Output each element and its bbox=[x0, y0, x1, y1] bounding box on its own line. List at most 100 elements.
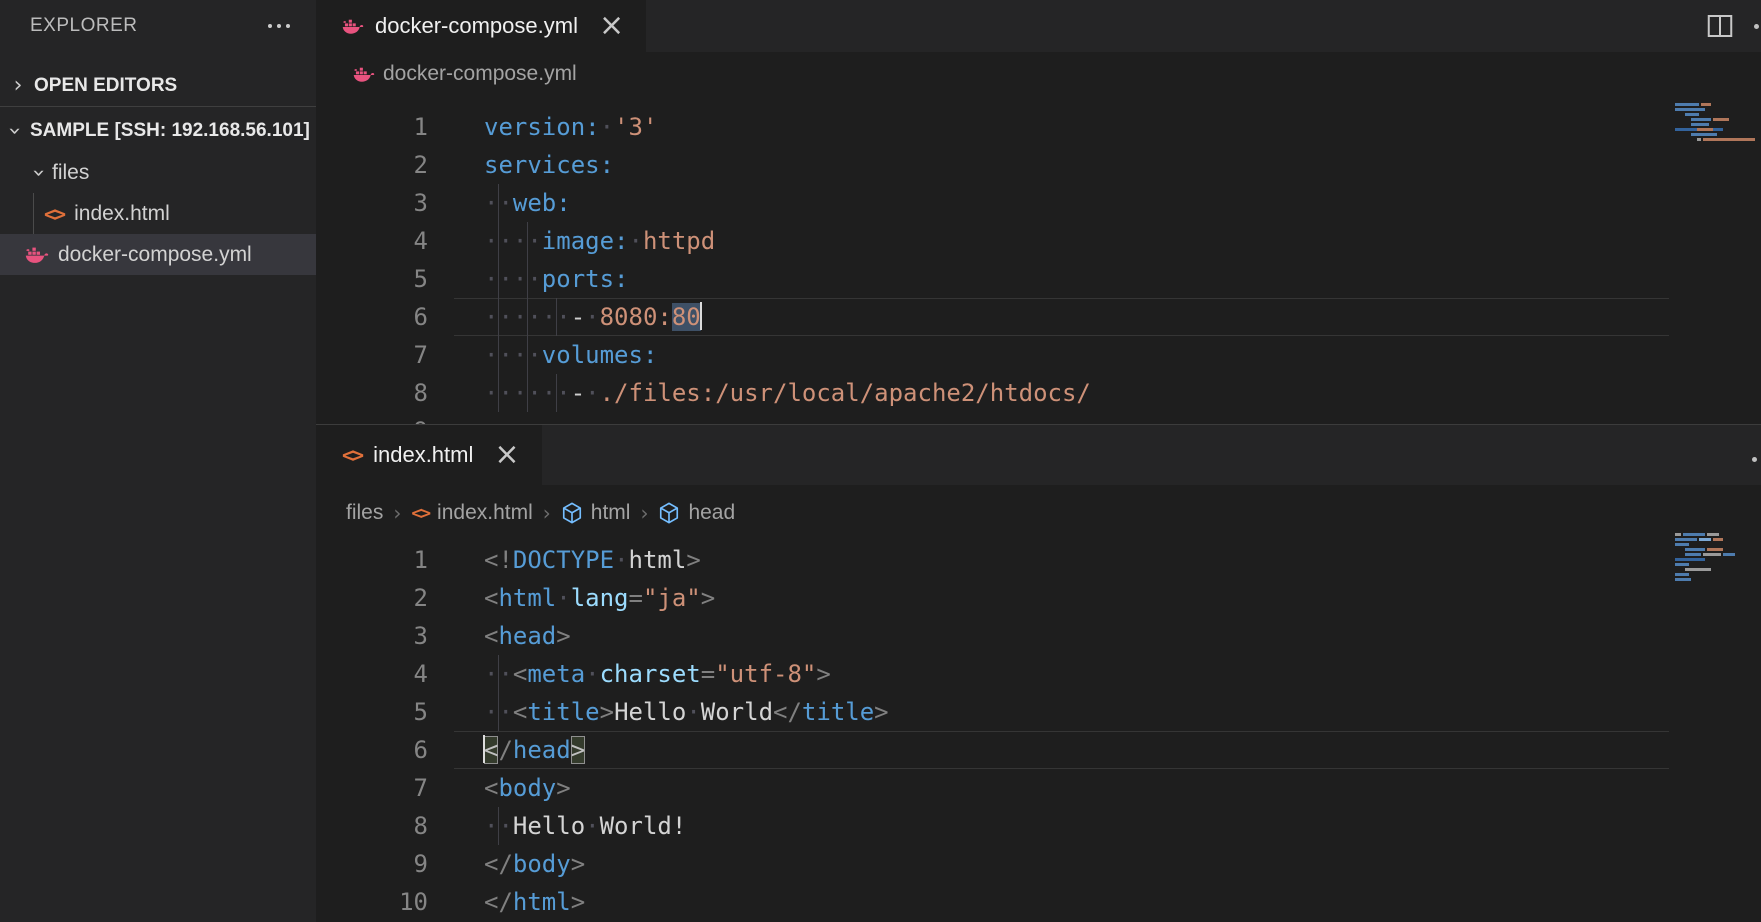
code-line[interactable]: 3 ··web: bbox=[316, 184, 1761, 222]
breadcrumb-separator: › bbox=[393, 501, 401, 525]
breadcrumb-item[interactable]: html bbox=[561, 501, 631, 525]
code-line[interactable]: 4····image:·httpd bbox=[316, 222, 1761, 260]
open-editors-label: OPEN EDITORS bbox=[34, 75, 177, 97]
code-viewport-bottom: 1<!DOCTYPE·html>2<html·lang="ja">3<head>… bbox=[316, 541, 1761, 922]
minimap[interactable] bbox=[1675, 533, 1761, 583]
close-icon[interactable]: × bbox=[494, 440, 519, 470]
code-token: Hello bbox=[614, 698, 686, 726]
code-token: </ bbox=[773, 698, 802, 726]
code-token: · bbox=[585, 812, 599, 840]
more-actions-icon[interactable] bbox=[1754, 24, 1759, 29]
code-editor-html[interactable]: 1<!DOCTYPE·html>2<html·lang="ja">3<head>… bbox=[316, 541, 1761, 921]
code-editor-yaml[interactable]: 1version:·'3'2 services: 3 ··web: 4····image… bbox=[316, 96, 1761, 424]
code-token: ······ bbox=[484, 379, 571, 407]
tree-item-index-html[interactable]: <> index.html bbox=[0, 193, 316, 234]
tree-item-files-folder[interactable]: › files bbox=[0, 152, 316, 193]
code-token: ./files:/usr/local/apache2/htdocs/ bbox=[600, 379, 1091, 407]
breadcrumb-label: head bbox=[688, 501, 735, 525]
html-file-icon: <> bbox=[44, 202, 64, 226]
code-token: ·· bbox=[484, 812, 513, 840]
code-token: head bbox=[513, 736, 571, 764]
code-line[interactable]: 1<!DOCTYPE·html> bbox=[316, 541, 1761, 579]
tab-index-html[interactable]: <> index.html × bbox=[316, 425, 542, 485]
code-line[interactable]: 2<html·lang="ja"> bbox=[316, 579, 1761, 617]
line-number: 5 bbox=[316, 260, 428, 298]
code-token: / bbox=[498, 736, 512, 764]
code-token: - bbox=[571, 303, 585, 331]
code-line[interactable]: 5··<title>Hello·World</title> bbox=[316, 693, 1761, 731]
html-file-icon: <> bbox=[342, 443, 362, 467]
code-token: · bbox=[614, 546, 628, 574]
text-cursor bbox=[700, 302, 702, 330]
code-token: < bbox=[484, 622, 498, 650]
editor-group-top: docker-compose.yml × docker- bbox=[316, 0, 1761, 424]
code-token: ···· bbox=[484, 227, 542, 255]
code-line[interactable]: 9 bbox=[316, 412, 1761, 424]
code-line[interactable]: 6 </head> bbox=[316, 731, 1761, 769]
code-token: · bbox=[585, 660, 599, 688]
breadcrumb-item[interactable]: <> index.html bbox=[411, 501, 532, 525]
code-line[interactable]: 10</html> bbox=[316, 883, 1761, 921]
code-token: "utf-8" bbox=[715, 660, 816, 688]
code-token: services: bbox=[484, 151, 614, 179]
code-line[interactable]: 8··Hello·World! bbox=[316, 807, 1761, 845]
code-token: ·· bbox=[484, 660, 513, 688]
code-line[interactable]: 5····ports: bbox=[316, 260, 1761, 298]
html-file-icon: <> bbox=[411, 503, 429, 524]
code-token: < bbox=[513, 660, 527, 688]
breadcrumb-item[interactable]: files bbox=[346, 501, 383, 525]
code-line[interactable]: 8······-·./files:/usr/local/apache2/htdo… bbox=[316, 374, 1761, 412]
code-token: = bbox=[629, 584, 643, 612]
code-line[interactable]: 1version:·'3' bbox=[316, 108, 1761, 146]
code-token: charset bbox=[600, 660, 701, 688]
line-number: 9 bbox=[316, 845, 428, 883]
code-line[interactable]: 3<head> bbox=[316, 617, 1761, 655]
code-line[interactable]: 9</body> bbox=[316, 845, 1761, 883]
code-token: > bbox=[816, 660, 830, 688]
breadcrumb-label: docker-compose.yml bbox=[383, 62, 577, 86]
code-token: > bbox=[556, 774, 570, 802]
code-line[interactable]: 7<body> bbox=[316, 769, 1761, 807]
code-line[interactable]: 4··<meta·charset="utf-8"> bbox=[316, 655, 1761, 693]
code-token: > bbox=[571, 888, 585, 916]
minimap[interactable] bbox=[1675, 103, 1761, 143]
code-token: web: bbox=[513, 189, 571, 217]
code-token: ·· bbox=[484, 189, 513, 217]
line-number: 2 bbox=[316, 146, 428, 184]
chevron-right-icon: › bbox=[10, 78, 26, 94]
code-token: · bbox=[686, 698, 700, 726]
breadcrumb-item[interactable]: docker-compose.yml bbox=[353, 62, 577, 86]
code-token: title bbox=[802, 698, 874, 726]
code-token: < bbox=[484, 774, 498, 802]
breadcrumb-item[interactable]: head bbox=[658, 501, 735, 525]
code-token: World! bbox=[600, 812, 687, 840]
current-line-highlight bbox=[454, 731, 1669, 769]
line-number: 1 bbox=[316, 108, 428, 146]
breadcrumb-label: files bbox=[346, 501, 383, 525]
tree-item-docker-compose[interactable]: docker-compose.yml bbox=[0, 234, 316, 275]
code-token: '3' bbox=[614, 113, 657, 141]
code-token: · bbox=[585, 303, 599, 331]
code-line[interactable]: 7····volumes: bbox=[316, 336, 1761, 374]
more-actions-icon[interactable] bbox=[1752, 457, 1757, 462]
code-line[interactable]: 6······-·8080:80 bbox=[316, 298, 1761, 336]
explorer-header: EXPLORER bbox=[0, 0, 316, 52]
docker-whale-icon bbox=[25, 245, 49, 265]
code-token: ···· bbox=[484, 265, 542, 293]
code-token: body bbox=[498, 774, 556, 802]
code-token: < bbox=[484, 736, 498, 764]
chevron-down-icon: › bbox=[6, 123, 22, 139]
code-token: </ bbox=[484, 888, 513, 916]
vscode-window: EXPLORER › OPEN EDITORS › SAMPLE [SSH: 1… bbox=[0, 0, 1761, 922]
workspace-section[interactable]: › SAMPLE [SSH: 192.168.56.101] bbox=[0, 110, 316, 151]
explorer-more-actions-icon[interactable] bbox=[268, 24, 290, 28]
code-token: > bbox=[571, 736, 585, 764]
line-number: 10 bbox=[316, 883, 428, 921]
tab-docker-compose[interactable]: docker-compose.yml × bbox=[316, 0, 646, 52]
line-number: 3 bbox=[316, 184, 428, 222]
code-line[interactable]: 2 services: bbox=[316, 146, 1761, 184]
close-icon[interactable]: × bbox=[599, 11, 624, 41]
split-editor-icon[interactable] bbox=[1705, 11, 1735, 41]
open-editors-section[interactable]: › OPEN EDITORS bbox=[0, 66, 316, 106]
line-number: 6 bbox=[316, 731, 428, 769]
